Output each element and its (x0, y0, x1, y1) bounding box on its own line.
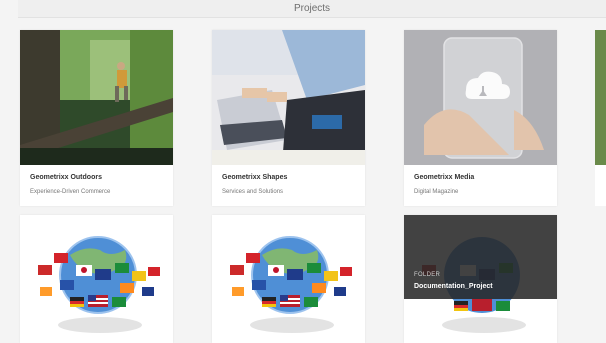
page-title: Projects (293, 3, 331, 14)
card-title: Geometrixx Shapes (222, 174, 288, 181)
folder-name: Documentation_Project (414, 283, 493, 290)
folder-card-documentation-project[interactable]: FOLDER Documentation_Project (404, 215, 557, 343)
laptop-typing-image (212, 30, 365, 165)
projects-header: Projects (18, 0, 606, 18)
hiker-on-log-image (20, 30, 173, 165)
transparent-phone-image (404, 30, 557, 165)
project-card-outdoors[interactable]: Geometrixx Outdoors Experience-Driven Co… (20, 30, 173, 206)
globe-flags-image (212, 215, 365, 343)
folder-overlay: FOLDER Documentation_Project (404, 215, 557, 299)
project-card-shapes[interactable]: Geometrixx Shapes Services and Solutions (212, 30, 365, 206)
partial-card-image (595, 30, 606, 165)
card-subtitle: Digital Magazine (414, 189, 459, 195)
project-card-media[interactable]: Geometrixx Media Digital Magazine (404, 30, 557, 206)
card-title: Geometrixx Outdoors (30, 174, 102, 181)
folder-card[interactable] (20, 215, 173, 343)
item-type-label: FOLDER (414, 272, 441, 278)
partial-project-card[interactable] (595, 30, 606, 206)
card-subtitle: Services and Solutions (222, 189, 284, 195)
globe-flags-image (20, 215, 173, 343)
card-title: Geometrixx Media (414, 174, 475, 181)
folder-card[interactable] (212, 215, 365, 343)
card-subtitle: Experience-Driven Commerce (30, 189, 111, 195)
